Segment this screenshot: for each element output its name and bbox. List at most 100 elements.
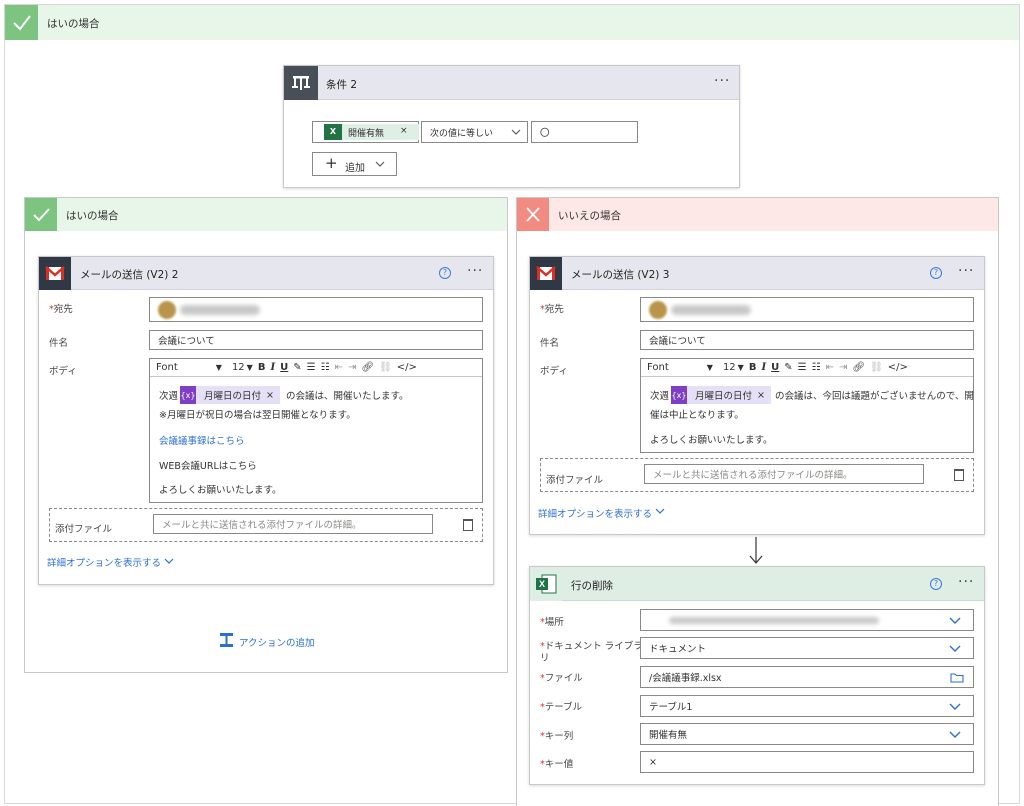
send-email-card-2-header[interactable]: メールの送信 (V2) 2 ? ···	[39, 257, 493, 290]
more-options-icon[interactable]: ···	[714, 73, 730, 89]
font-select[interactable]: Font	[647, 362, 669, 373]
subject-field[interactable]: 会議について	[640, 330, 974, 350]
help-icon[interactable]: ?	[439, 267, 451, 279]
italic-icon[interactable]: I	[761, 362, 766, 373]
to-label: *宛先	[540, 304, 564, 315]
to-field[interactable]	[640, 297, 974, 322]
condition-card-header[interactable]: 条件 2 ···	[284, 66, 739, 100]
font-select[interactable]: Font	[156, 362, 178, 373]
font-size-dropdown-icon[interactable]: ▼	[738, 363, 744, 372]
chevron-down-icon	[949, 731, 961, 738]
pen-icon[interactable]: ✎	[293, 362, 301, 373]
condition-token[interactable]: 開催有無 ×	[342, 124, 419, 140]
no-branch-label: いいえの場合	[558, 210, 621, 222]
bold-icon[interactable]: B	[258, 362, 266, 373]
font-size-select[interactable]: 12	[232, 362, 245, 373]
document-library-value: ドキュメント	[649, 644, 707, 655]
help-icon[interactable]: ?	[930, 578, 942, 590]
numbered-list-icon[interactable]: ☷	[321, 362, 330, 373]
arrow-down-icon	[749, 537, 763, 564]
bullet-list-icon[interactable]: ☰	[307, 362, 316, 373]
delete-row-card-header[interactable]: X 行の削除 ? ···	[530, 567, 984, 601]
yes-branch-header[interactable]: はいの場合	[25, 198, 507, 231]
condition-card: 条件 2 ··· X 開催有無 × 次の値に等しい 〇 + 追加	[283, 65, 740, 188]
chevron-down-icon[interactable]	[164, 558, 174, 565]
file-input[interactable]: /会議議事録.xlsx	[640, 666, 974, 688]
indent-icon[interactable]: ⇥	[839, 362, 847, 373]
more-options-icon[interactable]: ···	[958, 263, 974, 279]
subject-value: 会議について	[649, 336, 706, 347]
font-size-select[interactable]: 12	[723, 362, 736, 373]
key-value-input[interactable]: ×	[640, 751, 974, 773]
to-field[interactable]	[149, 297, 483, 322]
condition-token-remove-icon[interactable]: ×	[400, 126, 408, 136]
attachments-input[interactable]: メールと共に送信される添付ファイルの詳細。	[153, 514, 433, 534]
minutes-link[interactable]: 会議議事録はこちら	[159, 433, 245, 447]
body-line-1: 次週 {x} 月曜日の日付 × の会議は、開催いたします。	[159, 386, 409, 404]
font-dropdown-icon[interactable]: ▼	[707, 363, 713, 372]
unlink-icon[interactable]: ⛓︎	[870, 362, 883, 373]
send-email-card-3-header[interactable]: メールの送信 (V2) 3 ? ···	[530, 257, 984, 290]
condition-operator-select[interactable]: 次の値に等しい	[421, 121, 528, 143]
body-prefix: 次週	[650, 391, 670, 402]
monday-date-token[interactable]: {x} 月曜日の日付 ×	[180, 386, 280, 404]
no-branch-header[interactable]: いいえの場合	[517, 198, 998, 231]
delete-icon[interactable]	[954, 469, 964, 481]
top-yes-branch-header[interactable]: はいの場合	[5, 5, 1019, 40]
yes-branch-label: はいの場合	[66, 210, 119, 222]
outdent-icon[interactable]: ⇤	[335, 362, 343, 373]
add-action-icon[interactable]	[219, 632, 234, 648]
monday-date-token[interactable]: {x} 月曜日の日付 ×	[671, 386, 771, 404]
attachments-placeholder: メールと共に送信される添付ファイルの詳細。	[653, 470, 853, 481]
unlink-icon[interactable]: ⛓︎	[379, 362, 392, 373]
add-condition-label: 追加	[345, 163, 365, 174]
help-icon[interactable]: ?	[930, 267, 942, 279]
table-select[interactable]: テーブル1	[640, 695, 974, 717]
italic-icon[interactable]: I	[270, 362, 275, 373]
subject-field[interactable]: 会議について	[149, 330, 483, 350]
show-advanced-options-link[interactable]: 詳細オプションを表示する	[47, 555, 161, 569]
add-action-link[interactable]: アクションの追加	[239, 635, 315, 649]
chevron-down-icon	[949, 617, 961, 624]
attachments-input[interactable]: メールと共に送信される添付ファイルの詳細。	[644, 464, 924, 484]
underline-icon[interactable]: U	[771, 362, 779, 373]
token-remove-icon[interactable]: ×	[266, 390, 274, 401]
document-library-select[interactable]: ドキュメント	[640, 637, 974, 659]
chevron-down-icon[interactable]	[655, 508, 665, 515]
key-column-select[interactable]: 開催有無	[640, 723, 974, 745]
underline-icon[interactable]: U	[280, 362, 288, 373]
gmail-icon	[39, 257, 71, 290]
subject-label: 件名	[540, 338, 560, 349]
add-condition-button[interactable]: + 追加	[312, 152, 397, 176]
show-advanced-options-link[interactable]: 詳細オプションを表示する	[538, 506, 652, 520]
condition-value-input[interactable]: 〇	[531, 121, 638, 143]
condition-left-operand[interactable]: X 開催有無 ×	[312, 121, 419, 143]
location-select[interactable]	[640, 609, 974, 631]
subject-value: 会議について	[158, 336, 215, 347]
more-options-icon[interactable]: ···	[467, 263, 483, 279]
indent-icon[interactable]: ⇥	[348, 362, 356, 373]
bold-icon[interactable]: B	[749, 362, 757, 373]
font-dropdown-icon[interactable]: ▼	[216, 363, 222, 372]
body-editor[interactable]: Font ▼ 12 ▼ B I U ✎ ☰ ☷ ⇤ ⇥ 🔗︎ ⛓︎ </> 次週…	[640, 358, 974, 453]
bullet-list-icon[interactable]: ☰	[798, 362, 807, 373]
web-meeting-url-text: WEB会議URLはこちら	[159, 461, 257, 472]
numbered-list-icon[interactable]: ☷	[812, 362, 821, 373]
pen-icon[interactable]: ✎	[784, 362, 792, 373]
more-options-icon[interactable]: ···	[958, 574, 974, 590]
closing-text: よろしくお願いいたします。	[159, 485, 282, 496]
code-view-icon[interactable]: </>	[397, 362, 417, 373]
table-value: テーブル1	[649, 702, 693, 713]
token-remove-icon[interactable]: ×	[757, 390, 765, 401]
to-label: *宛先	[49, 304, 73, 315]
top-yes-branch-label: はいの場合	[47, 18, 100, 30]
code-view-icon[interactable]: </>	[888, 362, 908, 373]
folder-icon[interactable]	[950, 672, 964, 683]
condition-operator-value: 次の値に等しい	[430, 128, 494, 139]
delete-icon[interactable]	[463, 519, 473, 531]
link-icon[interactable]: 🔗︎	[361, 362, 374, 373]
link-icon[interactable]: 🔗︎	[852, 362, 865, 373]
outdent-icon[interactable]: ⇤	[826, 362, 834, 373]
font-size-dropdown-icon[interactable]: ▼	[247, 363, 253, 372]
body-editor[interactable]: Font ▼ 12 ▼ B I U ✎ ☰ ☷ ⇤ ⇥ 🔗︎ ⛓︎ </> 次週…	[149, 358, 483, 503]
